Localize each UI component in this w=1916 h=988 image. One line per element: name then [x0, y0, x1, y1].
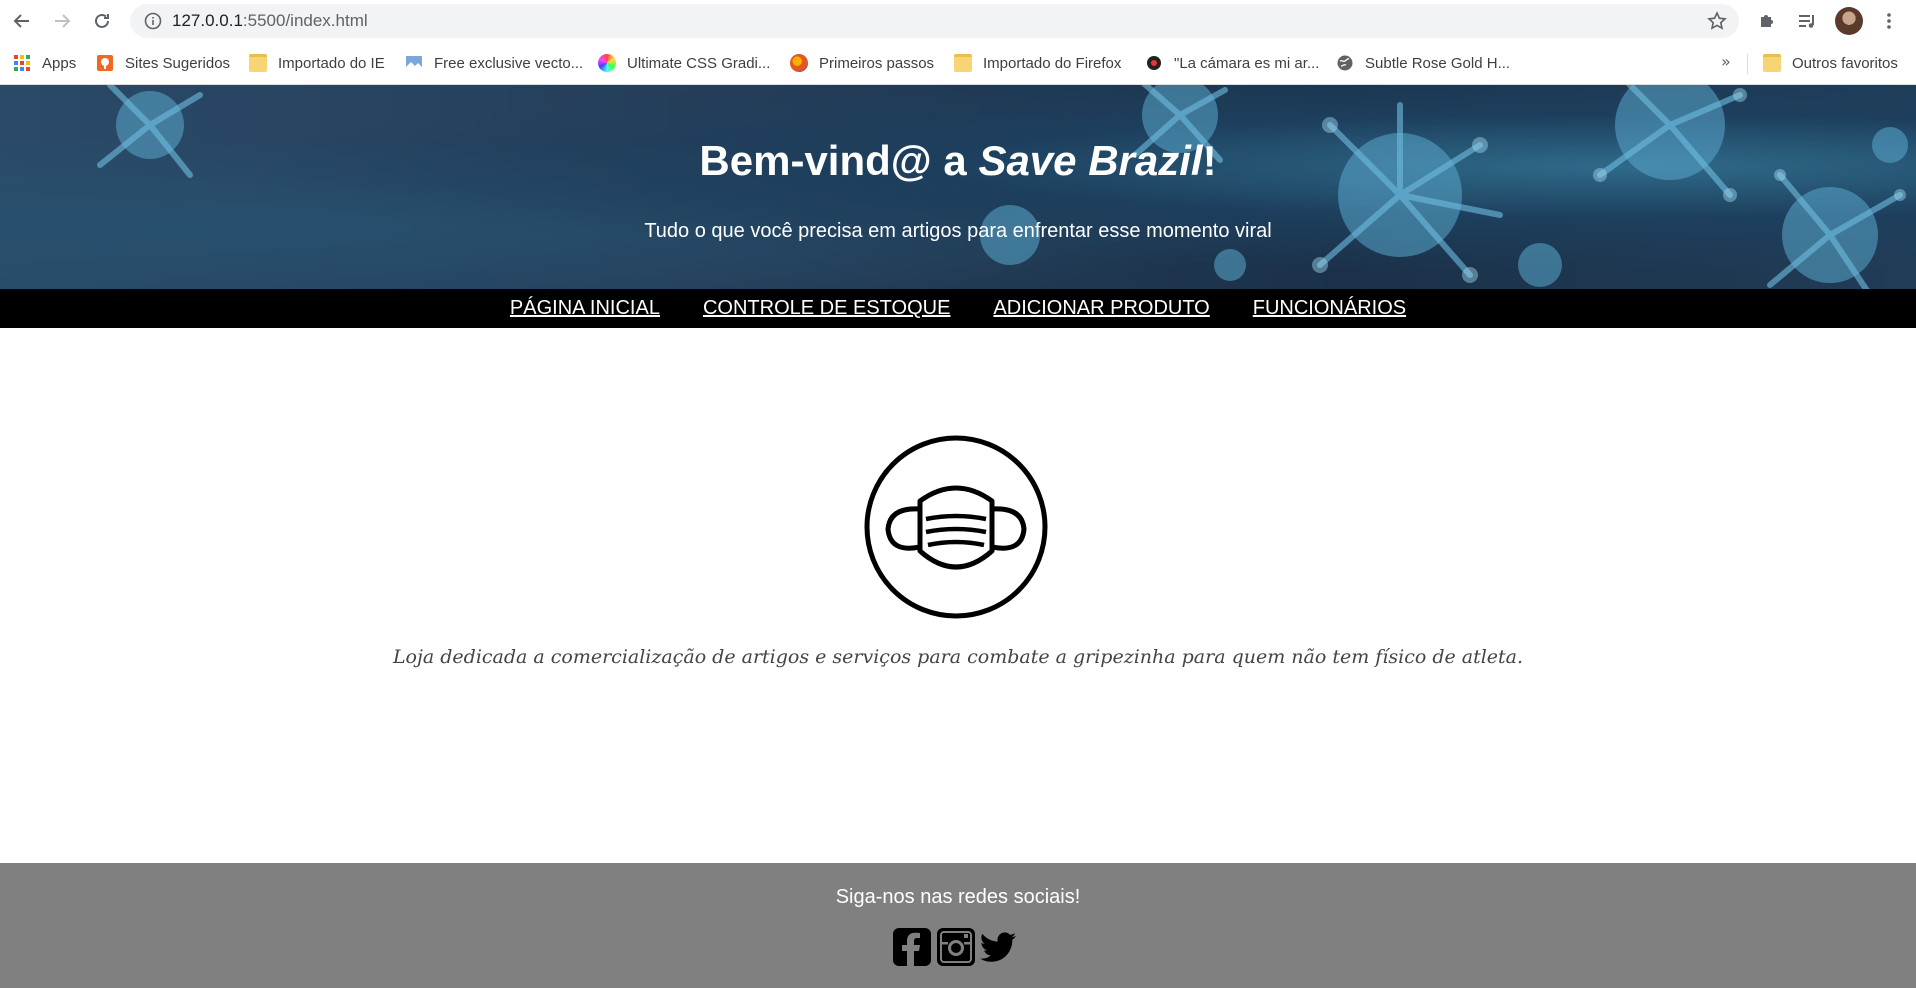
nav-pagina-inicial[interactable]: PÁGINA INICIAL: [510, 297, 660, 320]
url-path: :5500/index.html: [242, 11, 368, 30]
main-content: Loja dedicada a comercialização de artig…: [0, 328, 1916, 948]
bookmark-label: "La cámara es mi ar...: [1174, 54, 1320, 72]
profile-avatar[interactable]: [1835, 7, 1863, 35]
bookmark-importado-firefox[interactable]: Importado do Firefox: [954, 52, 1121, 74]
bookmark-label: Ultimate CSS Gradi...: [627, 54, 771, 72]
social-follow-text: Siga-nos nas redes sociais!: [835, 886, 1081, 908]
bookmark-label: Subtle Rose Gold H...: [1365, 54, 1511, 72]
bookmark-la-camara[interactable]: "La cámara es mi ar...: [1145, 52, 1319, 74]
hero-title-prefix: Bem-vind@ a: [699, 137, 979, 184]
bookmark-label: Apps: [42, 54, 77, 72]
bookmark-free-vectors[interactable]: Free exclusive vecto...: [405, 52, 583, 74]
url-text: 127.0.0.1:5500/index.html: [172, 11, 368, 31]
hero-title: Bem-vind@ a Save Brazil!: [0, 137, 1916, 185]
reload-icon: [95, 13, 109, 28]
back-button[interactable]: [10, 9, 34, 33]
back-arrow-icon: [13, 14, 29, 28]
folder-icon: [954, 54, 972, 72]
virus-background-icon: [97, 85, 1908, 289]
kebab-menu-icon: [1887, 13, 1891, 29]
web-page: Bem-vind@ a Save Brazil! Tudo o que você…: [0, 85, 1916, 988]
bookmark-star-icon[interactable]: [1707, 11, 1727, 31]
site-footer: Siga-nos nas redes sociais!: [0, 863, 1916, 988]
face-mask-icon: [864, 435, 1048, 619]
twitter-icon[interactable]: [978, 927, 1018, 967]
nav-controle-estoque[interactable]: CONTROLE DE ESTOQUE: [703, 297, 950, 320]
nav-adicionar-produto[interactable]: ADICIONAR PRODUTO: [993, 297, 1209, 320]
nav-funcionarios[interactable]: FUNCIONÁRIOS: [1253, 297, 1406, 320]
bookmark-apps[interactable]: Apps: [13, 52, 76, 74]
url-host: 127.0.0.1: [172, 11, 243, 30]
bookmark-label: Primeiros passos: [819, 54, 935, 72]
apps-grid-icon: [14, 55, 30, 71]
hero-title-brand: Save Brazil: [978, 137, 1203, 184]
bookmark-label: Outros favoritos: [1792, 54, 1898, 72]
bookmark-outros-favoritos[interactable]: Outros favoritos: [1763, 52, 1898, 74]
firefox-icon: [790, 54, 808, 72]
suggested-sites-icon: [97, 55, 113, 71]
browser-menu-button[interactable]: [1878, 10, 1900, 32]
facebook-icon[interactable]: [892, 927, 932, 967]
queue-music-icon: [1799, 15, 1814, 28]
bookmark-label: Importado do Firefox: [983, 54, 1122, 72]
bookmarks-divider: [1747, 54, 1748, 74]
bookmark-sites-sugeridos[interactable]: Sites Sugeridos: [96, 52, 230, 74]
media-control-button[interactable]: [1796, 10, 1818, 32]
bookmarks-bar: Apps Sites Sugeridos Importado do IE Fre…: [0, 42, 1916, 85]
instagram-icon[interactable]: [936, 927, 976, 967]
camera-site-icon: [1147, 56, 1161, 70]
main-navigation: PÁGINA INICIAL CONTROLE DE ESTOQUE ADICI…: [0, 289, 1916, 328]
folder-icon: [249, 54, 267, 72]
forward-arrow-icon: [55, 14, 71, 28]
bookmark-label: Importado do IE: [278, 54, 385, 72]
address-bar[interactable]: 127.0.0.1:5500/index.html: [130, 4, 1739, 38]
site-info-icon[interactable]: [144, 12, 162, 30]
gradient-site-icon: [598, 54, 616, 72]
folder-icon: [1763, 54, 1781, 72]
bookmarks-overflow-button[interactable]: »: [1721, 52, 1731, 71]
bookmark-importado-ie[interactable]: Importado do IE: [249, 52, 385, 74]
extensions-button[interactable]: [1756, 10, 1778, 32]
hero-subtitle: Tudo o que você precisa em artigos para …: [644, 220, 1272, 242]
store-tagline: Loja dedicada a comercialização de artig…: [392, 646, 1524, 668]
hero-title-suffix: !: [1202, 137, 1217, 184]
bookmark-subtle-rose-gold[interactable]: Subtle Rose Gold H...: [1336, 52, 1510, 74]
bookmark-label: Sites Sugeridos: [125, 54, 231, 72]
browser-toolbar: 127.0.0.1:5500/index.html: [0, 0, 1916, 42]
bookmark-primeiros-passos[interactable]: Primeiros passos: [790, 52, 934, 74]
reload-button[interactable]: [90, 9, 114, 33]
vector-site-icon: [406, 56, 422, 70]
bookmark-label: Free exclusive vecto...: [434, 54, 584, 72]
hero-banner: Bem-vind@ a Save Brazil! Tudo o que você…: [0, 85, 1916, 289]
globe-icon: [1337, 55, 1353, 71]
forward-button[interactable]: [50, 9, 74, 33]
puzzle-icon: [1761, 15, 1773, 27]
bookmark-css-gradient[interactable]: Ultimate CSS Gradi...: [598, 52, 770, 74]
